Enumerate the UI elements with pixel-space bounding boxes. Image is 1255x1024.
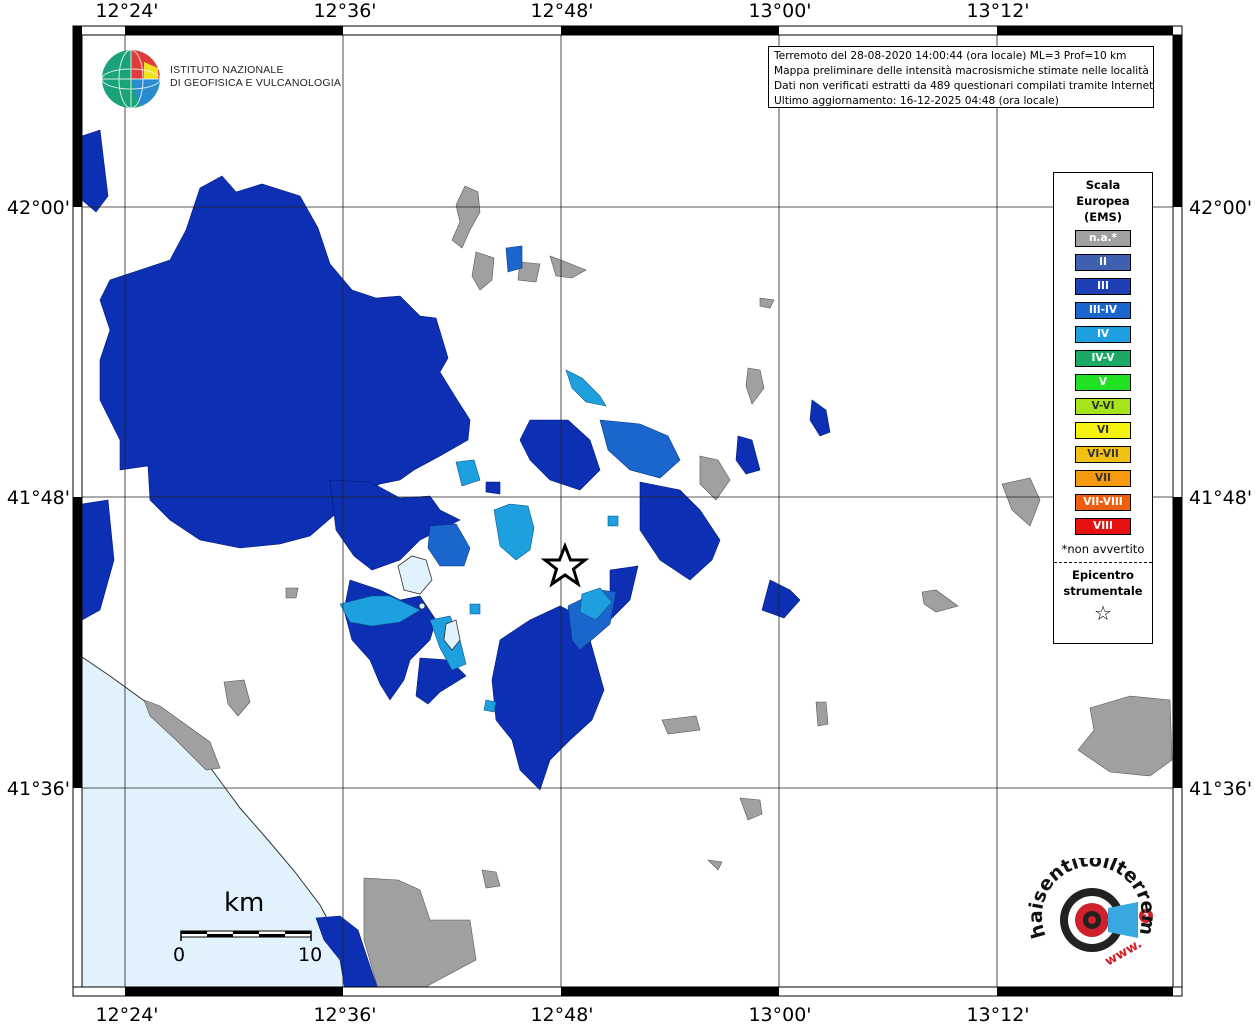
earthquake-info-box: Terremoto del 28-08-2020 14:00:44 (ora l… [768,46,1154,108]
legend-swatch: IV-V [1075,350,1131,367]
legend-swatch: III [1075,278,1131,295]
info-line-data: Dati non verificati estratti da 489 ques… [774,80,1154,92]
legend-epicenter-label: Epicentro strumentale [1054,567,1152,599]
lon-label: 12°48' [530,1004,593,1024]
lat-label: 41°48' [1189,487,1252,509]
legend-swatch: V-VI [1075,398,1131,415]
legend-star-icon: ☆ [1094,601,1112,625]
ingv-logo: ISTITUTO NAZIONALE DI GEOFISICA E VULCAN… [100,48,341,110]
scale-max: 10 [298,944,323,966]
lon-label: 12°24' [95,1004,158,1024]
legend-title: Scala Europea (EMS) [1054,177,1152,225]
info-line-map: Mappa preliminare delle intensità macros… [774,65,1149,77]
lon-label: 13°12' [966,0,1029,22]
scale-unit: km [224,888,265,918]
lat-label: 41°36' [1189,778,1252,800]
globe-icon [101,49,161,109]
lat-label: 41°36' [7,778,70,800]
legend-swatch: V [1075,374,1131,391]
lat-label: 42°00' [1189,197,1252,219]
axis-labels-left: 42°00' 41°48' 41°36' [7,197,70,800]
legend-swatches: n.a.* II III III-IV IV IV-V V V-VI VI VI-VII VII VI… [1054,230,1152,535]
legend-swatch: n.a.* [1075,230,1131,247]
lon-label: 12°36' [313,0,376,22]
lat-label: 41°48' [7,487,70,509]
lon-label: 12°48' [530,0,593,22]
legend-title-line: Europea [1076,194,1130,208]
legend-epicenter-line: strumentale [1063,584,1143,598]
info-line-event: Terremoto del 28-08-2020 14:00:44 (ora l… [774,50,1127,62]
lon-label: 13°00' [748,1004,811,1024]
lon-label: 12°36' [313,1004,376,1024]
ems-legend: Scala Europea (EMS) n.a.* II III III-IV IV IV… [1053,172,1153,644]
lon-label: 13°12' [966,1004,1029,1024]
legend-epicenter-line: Epicentro [1072,568,1134,582]
ingv-name: ISTITUTO NAZIONALE DI GEOFISICA E VULCAN… [170,64,341,90]
ingv-name-line1: ISTITUTO NAZIONALE [170,64,284,76]
legend-title-line: (EMS) [1083,210,1123,224]
lat-label: 42°00' [7,197,70,219]
axis-labels-right: 42°00' 41°48' 41°36' [1189,197,1252,800]
legend-swatch: IV [1075,326,1131,343]
lon-label: 12°24' [95,0,158,22]
legend-swatch: II [1075,254,1131,271]
legend-swatch: VII-VIII [1075,494,1131,511]
legend-divider [1054,562,1152,563]
hsit-logo-graphic: ? haisentitoilterremoto.it www. [1021,841,1159,969]
legend-note: *non avvertito [1061,542,1145,556]
scale-min: 0 [173,944,186,966]
legend-swatch: III-IV [1075,302,1131,319]
axis-labels-top: 12°24' 12°36' 12°48' 13°00' 13°12' [95,0,1029,22]
legend-swatch: VI-VII [1075,446,1131,463]
hsit-logo: ? haisentitoilterremoto.it www. [1021,841,1168,988]
legend-title-line: Scala [1085,178,1121,192]
lon-label: 13°00' [748,0,811,22]
ingv-name-line2: DI GEOFISICA E VULCANOLOGIA [170,77,342,89]
legend-swatch: VI [1075,422,1131,439]
legend-swatch: VIII [1075,518,1131,535]
legend-swatch: VII [1075,470,1131,487]
info-line-update: Ultimo aggiornamento: 16-12-2025 04:48 (… [774,95,1059,107]
axis-labels-bottom: 12°24' 12°36' 12°48' 13°00' 13°12' [95,1004,1029,1024]
